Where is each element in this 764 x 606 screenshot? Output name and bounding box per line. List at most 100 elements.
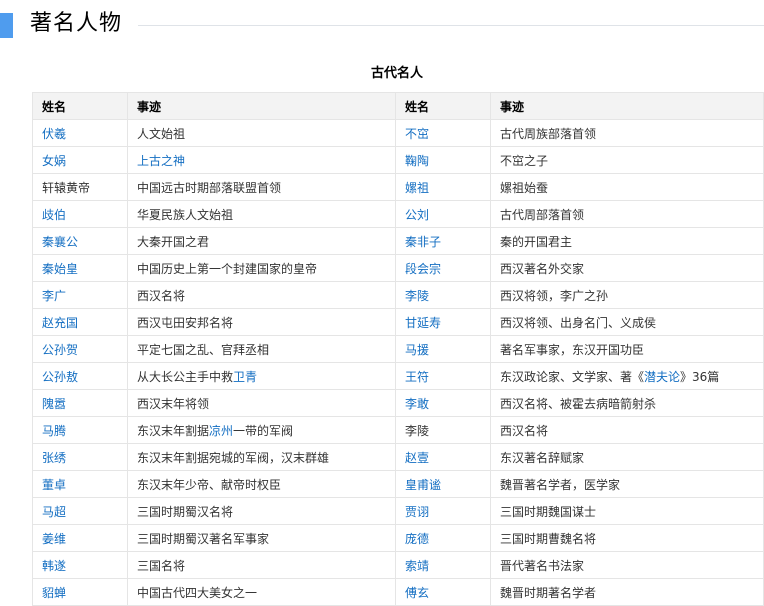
- cell-deed-2: 著名军事家，东汉开国功臣: [490, 335, 764, 363]
- cell-deed-2: 魏晋著名学者，医学家: [490, 470, 764, 498]
- person-name-link[interactable]: 不窋: [405, 127, 429, 141]
- cell-deed-2: 东汉政论家、文学家、著《潜夫论》36篇: [490, 362, 764, 390]
- table-row: 隗嚣 西汉末年将领 李敢 西汉名将、被霍去病暗箭射杀: [32, 389, 764, 417]
- cell-name-1: 隗嚣: [32, 389, 128, 417]
- table-row: 公孙贺 平定七国之乱、官拜丞相 马援 著名军事家，东汉开国功臣: [32, 335, 764, 363]
- cell-deed-1: 华夏民族人文始祖: [127, 200, 396, 228]
- person-name-link[interactable]: 马援: [405, 343, 429, 357]
- person-name-link[interactable]: 赵充国: [42, 316, 78, 330]
- person-name-link[interactable]: 鞠陶: [405, 154, 429, 168]
- header-name-1: 姓名: [32, 92, 128, 120]
- deed-text: 三国时期曹魏名将: [500, 531, 597, 546]
- person-name-link[interactable]: 嫘祖: [405, 181, 429, 195]
- deed-text: 不窋之子: [500, 153, 549, 168]
- person-name-link[interactable]: 公孙贺: [42, 343, 78, 357]
- person-name-link[interactable]: 段会宗: [405, 262, 441, 276]
- person-name-link[interactable]: 伏羲: [42, 127, 66, 141]
- person-name-link[interactable]: 马超: [42, 505, 66, 519]
- person-name: 轩辕黄帝: [42, 180, 91, 195]
- table-row: 公孙敖 从大长公主手中救卫青 王符 东汉政论家、文学家、著《潜夫论》36篇: [32, 362, 764, 390]
- cell-name-2: 索靖: [395, 551, 491, 579]
- cell-name-1: 秦始皇: [32, 254, 128, 282]
- table-row: 貂蝉 中国古代四大美女之一 傅玄 魏晋时期著名学者: [32, 578, 764, 606]
- cell-deed-1: 中国历史上第一个封建国家的皇帝: [127, 254, 396, 282]
- person-name-link[interactable]: 庞德: [405, 532, 429, 546]
- cell-name-1: 赵充国: [32, 308, 128, 336]
- deed-text: 三国时期蜀汉著名军事家: [137, 531, 270, 546]
- cell-name-2: 皇甫谧: [395, 470, 491, 498]
- cell-name-2: 李陵: [395, 281, 491, 309]
- deed-link[interactable]: 卫青: [233, 370, 257, 384]
- person-name-link[interactable]: 秦非子: [405, 235, 441, 249]
- person-name-link[interactable]: 秦始皇: [42, 262, 78, 276]
- cell-name-1: 张绣: [32, 443, 128, 471]
- person-name-link[interactable]: 贾诩: [405, 505, 429, 519]
- cell-name-2: 王符: [395, 362, 491, 390]
- section-title: 著名人物: [30, 11, 123, 36]
- cell-name-2: 段会宗: [395, 254, 491, 282]
- deed-text: 古代周部落首领: [500, 207, 585, 222]
- cell-name-1: 秦襄公: [32, 227, 128, 255]
- person-name-link[interactable]: 张绣: [42, 451, 66, 465]
- deed-text: 西汉名将、被霍去病暗箭射杀: [500, 396, 657, 411]
- cell-deed-2: 嫘祖始蚕: [490, 173, 764, 201]
- person-name-link[interactable]: 秦襄公: [42, 235, 78, 249]
- cell-name-2: 鞠陶: [395, 146, 491, 174]
- person-name-link[interactable]: 甘延寿: [405, 316, 441, 330]
- deed-text: 西汉将领，李广之孙: [500, 288, 609, 303]
- cell-deed-2: 西汉名将: [490, 416, 764, 444]
- table-row: 秦始皇 中国历史上第一个封建国家的皇帝 段会宗 西汉著名外交家: [32, 254, 764, 282]
- person-name-link[interactable]: 韩遂: [42, 559, 66, 573]
- table-row: 张绣 东汉末年割据宛城的军阀，汉末群雄 赵壹 东汉著名辞赋家: [32, 443, 764, 471]
- cell-name-2: 马援: [395, 335, 491, 363]
- cell-name-2: 甘延寿: [395, 308, 491, 336]
- person-name-link[interactable]: 李广: [42, 289, 66, 303]
- person-name-link[interactable]: 歧伯: [42, 208, 66, 222]
- deed-text: 东汉末年割据宛城的军阀，汉末群雄: [137, 450, 330, 465]
- person-name-link[interactable]: 赵壹: [405, 451, 429, 465]
- deed-link[interactable]: 上古之神: [137, 154, 185, 168]
- cell-deed-1: 平定七国之乱、官拜丞相: [127, 335, 396, 363]
- person-name-link[interactable]: 傅玄: [405, 586, 429, 600]
- person-name-link[interactable]: 公孙敖: [42, 370, 78, 384]
- person-name-link[interactable]: 马腾: [42, 424, 66, 438]
- person-name: 李陵: [405, 423, 430, 438]
- cell-deed-1: 上古之神: [127, 146, 396, 174]
- person-name-link[interactable]: 董卓: [42, 478, 66, 492]
- header-deed-1: 事迹: [127, 92, 396, 120]
- section-header: 著名人物: [0, 0, 764, 50]
- deed-text: 西汉末年将领: [137, 396, 210, 411]
- person-name-link[interactable]: 貂蝉: [42, 586, 66, 600]
- deed-link[interactable]: 凉州: [209, 424, 233, 438]
- person-name-link[interactable]: 李敢: [405, 397, 429, 411]
- famous-people-table: 姓名 事迹 姓名 事迹 伏羲 人文始祖 不窋 古代周族部落首领女娲 上古之神 鞠陶 不窋之子…: [32, 92, 764, 606]
- person-name-link[interactable]: 王符: [405, 370, 429, 384]
- cell-name-1: 伏羲: [32, 119, 128, 147]
- cell-name-1: 公孙贺: [32, 335, 128, 363]
- cell-name-1: 轩辕黄帝: [32, 173, 128, 201]
- cell-deed-1: 从大长公主手中救卫青: [127, 362, 396, 390]
- person-name-link[interactable]: 公刘: [405, 208, 429, 222]
- header-deed-2: 事迹: [490, 92, 764, 120]
- cell-name-2: 赵壹: [395, 443, 491, 471]
- person-name-link[interactable]: 索靖: [405, 559, 429, 573]
- deed-text: 魏晋时期著名学者: [500, 585, 597, 600]
- cell-deed-1: 三国时期蜀汉名将: [127, 497, 396, 525]
- cell-name-2: 公刘: [395, 200, 491, 228]
- person-name-link[interactable]: 姜维: [42, 532, 66, 546]
- person-name-link[interactable]: 女娲: [42, 154, 66, 168]
- table-row: 轩辕黄帝 中国远古时期部落联盟首领 嫘祖 嫘祖始蚕: [32, 173, 764, 201]
- header-name-2: 姓名: [395, 92, 491, 120]
- cell-deed-2: 古代周族部落首领: [490, 119, 764, 147]
- person-name-link[interactable]: 皇甫谧: [405, 478, 441, 492]
- deed-text: 晋代著名书法家: [500, 558, 585, 573]
- deed-text: 秦的开国君主: [500, 234, 573, 249]
- cell-name-1: 姜维: [32, 524, 128, 552]
- deed-link[interactable]: 潜夫论: [644, 370, 680, 384]
- cell-name-2: 贾诩: [395, 497, 491, 525]
- deed-text: 人文始祖: [137, 126, 186, 141]
- cell-deed-2: 三国时期曹魏名将: [490, 524, 764, 552]
- person-name-link[interactable]: 李陵: [405, 289, 429, 303]
- cell-name-2: 嫘祖: [395, 173, 491, 201]
- person-name-link[interactable]: 隗嚣: [42, 397, 66, 411]
